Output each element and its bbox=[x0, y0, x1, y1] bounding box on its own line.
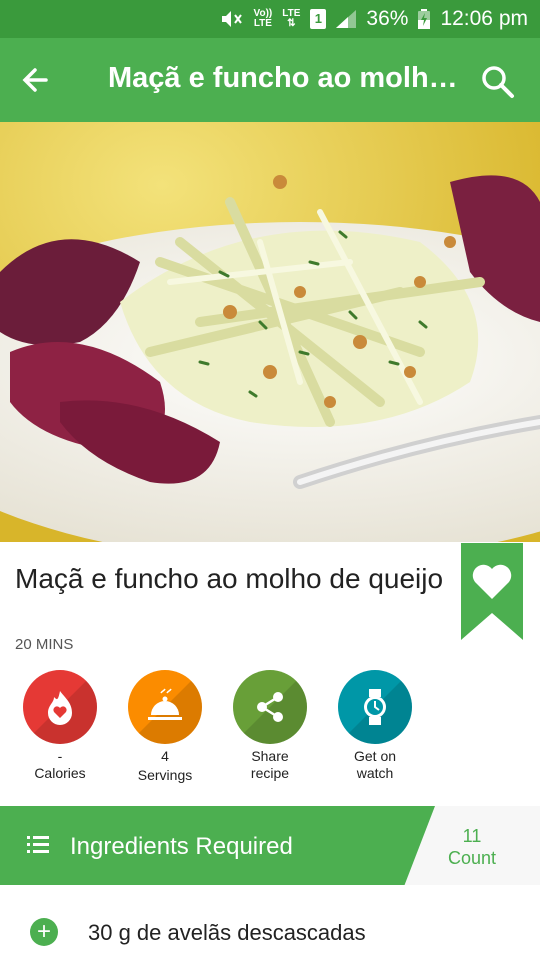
ingredients-count-label: Count bbox=[447, 848, 497, 868]
recipe-photo bbox=[0, 122, 540, 542]
share-action[interactable]: Share recipe bbox=[220, 670, 320, 782]
battery-percent: 36% bbox=[366, 7, 409, 30]
servings-value: 4 bbox=[161, 748, 169, 764]
recipe-title: Maçã e funcho ao molho de queijo bbox=[15, 563, 444, 594]
watch-action[interactable]: Get on watch bbox=[325, 670, 425, 782]
servings-icon bbox=[128, 670, 202, 744]
favorite-bookmark-button[interactable] bbox=[461, 543, 523, 640]
servings-action[interactable]: 4 Servings bbox=[115, 670, 215, 784]
add-icon[interactable]: + bbox=[30, 918, 58, 946]
ingredient-text: 30 g de avelãs descascadas bbox=[88, 920, 366, 945]
ingredients-count: 11 Count bbox=[432, 825, 512, 869]
clock: 12:06 pm bbox=[440, 7, 528, 30]
share-label-line1: Share bbox=[251, 748, 289, 764]
mute-icon bbox=[220, 9, 244, 29]
heart-icon bbox=[461, 543, 523, 640]
recipe-time: 20 MINS bbox=[15, 636, 74, 653]
servings-label: Servings bbox=[137, 767, 193, 783]
share-icon bbox=[233, 670, 307, 744]
recipe-actions: - Calories 4 Servings Share recipe Get o… bbox=[0, 670, 540, 790]
lte-indicator: LTE ⇅ bbox=[282, 8, 301, 29]
status-bar: Vo)) LTE LTE ⇅ 1 36% 12:06 pm bbox=[0, 0, 540, 38]
arrow-back-icon[interactable] bbox=[16, 60, 56, 100]
ingredients-title: Ingredients Required bbox=[70, 833, 293, 860]
list-icon bbox=[27, 835, 49, 860]
calories-label: Calories bbox=[34, 765, 86, 781]
share-label-line2: recipe bbox=[250, 765, 290, 781]
ingredient-item[interactable]: + 30 g de avelãs descascadas bbox=[0, 906, 540, 960]
app-bar: Maçã e funcho ao molh… bbox=[0, 38, 540, 122]
ingredients-header: Ingredients Required 11 Count bbox=[0, 806, 540, 885]
app-bar-title: Maçã e funcho ao molh… bbox=[108, 62, 458, 94]
search-icon[interactable] bbox=[476, 60, 520, 104]
calories-icon bbox=[23, 670, 97, 744]
sim-indicator: 1 bbox=[310, 9, 327, 29]
battery-charging-icon bbox=[418, 9, 431, 29]
watch-label-line2: watch bbox=[356, 765, 394, 781]
calories-value: - bbox=[57, 748, 63, 764]
signal-icon bbox=[336, 10, 357, 28]
volte-indicator: Vo)) LTE bbox=[253, 8, 273, 29]
ingredients-count-value: 11 bbox=[462, 826, 482, 846]
calories-action[interactable]: - Calories bbox=[10, 670, 110, 782]
watch-icon bbox=[338, 670, 412, 744]
watch-label-line1: Get on bbox=[353, 748, 397, 764]
